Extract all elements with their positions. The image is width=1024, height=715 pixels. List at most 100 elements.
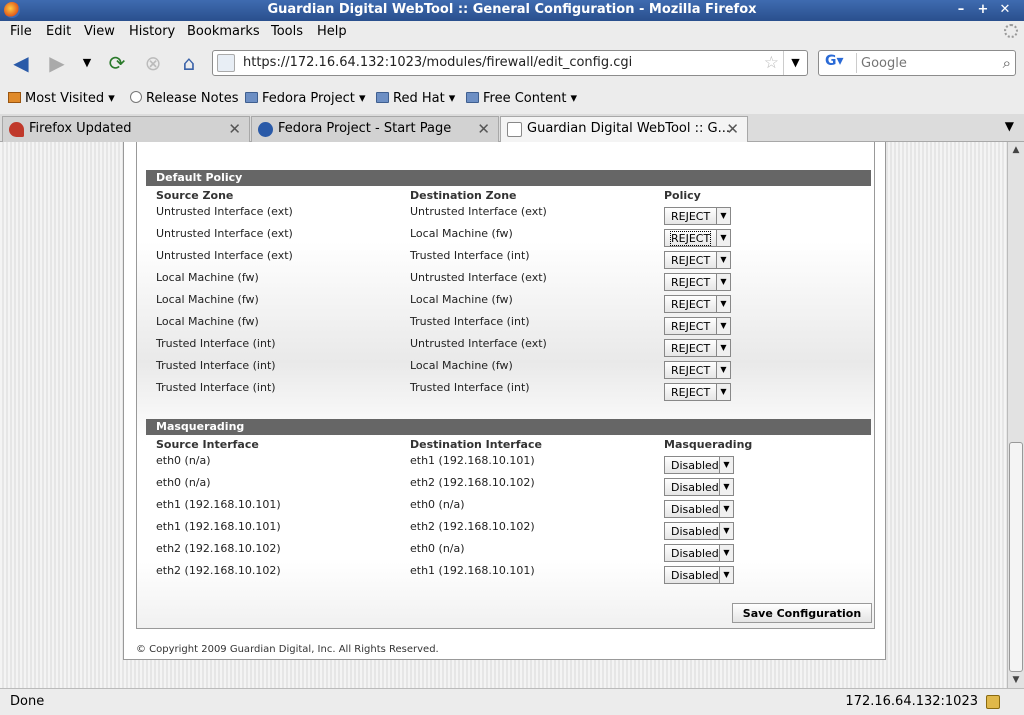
folder-icon xyxy=(245,92,258,103)
chevron-down-icon[interactable]: ▼ xyxy=(716,208,730,224)
bookmark-star-icon[interactable]: ☆ xyxy=(764,53,779,73)
tab-fedora-start[interactable]: Fedora Project - Start Page ✕ xyxy=(251,116,499,142)
chevron-down-icon[interactable]: ▼ xyxy=(719,457,733,473)
select-value: Disabled xyxy=(671,569,719,582)
col-destination-interface: Destination Interface xyxy=(410,438,542,451)
source-cell: Local Machine (fw) xyxy=(156,293,259,306)
destination-cell: eth0 (n/a) xyxy=(410,498,465,511)
close-tab-icon[interactable]: ✕ xyxy=(228,120,241,138)
fedora-icon xyxy=(258,122,273,137)
masquerading-select[interactable]: Disabled ▼ xyxy=(664,500,734,518)
destination-cell: eth2 (192.168.10.102) xyxy=(410,520,535,533)
select-value: REJECT xyxy=(671,254,711,267)
search-engine-icon[interactable]: G▾ xyxy=(821,53,857,73)
chevron-down-icon[interactable]: ▼ xyxy=(719,523,733,539)
history-dropdown-icon[interactable]: ▼ xyxy=(74,51,100,75)
chevron-down-icon[interactable]: ▼ xyxy=(719,567,733,583)
policy-select[interactable]: REJECT ▼ xyxy=(664,207,731,225)
chevron-down-icon[interactable]: ▼ xyxy=(716,230,730,246)
col-destination-zone: Destination Zone xyxy=(410,189,517,202)
policy-select[interactable]: REJECT ▼ xyxy=(664,383,731,401)
stop-icon[interactable]: ⊗ xyxy=(140,51,166,75)
masquerading-select[interactable]: Disabled ▼ xyxy=(664,456,734,474)
navigation-toolbar: ◀ ▶ ▼ ⟳ ⊗ ⌂ https://172.16.64.132:1023/m… xyxy=(0,43,1024,83)
policy-select[interactable]: REJECT ▼ xyxy=(664,317,731,335)
tab-list-dropdown-icon[interactable]: ▼ xyxy=(1005,119,1014,133)
home-icon[interactable]: ⌂ xyxy=(176,51,202,75)
policy-select[interactable]: REJECT ▼ xyxy=(664,295,731,313)
select-value: Disabled xyxy=(671,547,719,560)
bookmark-free-content[interactable]: Free Content ▾ xyxy=(466,91,577,106)
masquerading-select[interactable]: Disabled ▼ xyxy=(664,478,734,496)
bookmark-red-hat[interactable]: Red Hat ▾ xyxy=(376,91,455,106)
masquerading-select[interactable]: Disabled ▼ xyxy=(664,566,734,584)
chevron-down-icon[interactable]: ▼ xyxy=(716,252,730,268)
chevron-down-icon: ▾ xyxy=(104,91,115,106)
chevron-down-icon[interactable]: ▼ xyxy=(716,274,730,290)
select-value: Disabled xyxy=(671,503,719,516)
scroll-up-icon[interactable]: ▲ xyxy=(1008,142,1024,158)
select-value: REJECT xyxy=(671,320,711,333)
source-cell: Trusted Interface (int) xyxy=(156,337,276,350)
forward-icon[interactable]: ▶ xyxy=(44,51,70,75)
bookmark-release-notes[interactable]: Release Notes xyxy=(130,91,238,106)
save-configuration-button[interactable]: Save Configuration xyxy=(732,603,872,623)
source-cell: eth1 (192.168.10.101) xyxy=(156,520,281,533)
bookmark-fedora-project[interactable]: Fedora Project ▾ xyxy=(245,91,366,106)
reload-icon[interactable]: ⟳ xyxy=(104,51,130,75)
tab-firefox-updated[interactable]: Firefox Updated ✕ xyxy=(2,116,250,142)
vertical-scrollbar[interactable]: ▲ ▼ xyxy=(1007,142,1024,688)
destination-cell: Trusted Interface (int) xyxy=(410,381,530,394)
maximize-icon[interactable]: + xyxy=(974,2,992,18)
search-box[interactable]: G▾ ⌕ xyxy=(818,50,1016,76)
site-identity-icon[interactable] xyxy=(217,54,235,72)
policy-select[interactable]: REJECT ▼ xyxy=(664,251,731,269)
minimize-icon[interactable]: – xyxy=(952,2,970,18)
policy-select[interactable]: REJECT ▼ xyxy=(664,273,731,291)
url-dropdown-icon[interactable]: ▼ xyxy=(783,51,807,75)
menu-bookmarks[interactable]: Bookmarks xyxy=(187,24,260,39)
destination-cell: Local Machine (fw) xyxy=(410,227,513,240)
url-bar[interactable]: https://172.16.64.132:1023/modules/firew… xyxy=(212,50,808,76)
close-tab-icon[interactable]: ✕ xyxy=(726,120,739,138)
source-cell: Untrusted Interface (ext) xyxy=(156,205,293,218)
menu-history[interactable]: History xyxy=(129,24,175,39)
close-window-icon[interactable]: ✕ xyxy=(996,2,1014,18)
chevron-down-icon[interactable]: ▼ xyxy=(716,318,730,334)
masquerading-select[interactable]: Disabled ▼ xyxy=(664,522,734,540)
chevron-down-icon[interactable]: ▼ xyxy=(719,501,733,517)
scroll-down-icon[interactable]: ▼ xyxy=(1008,672,1024,688)
destination-cell: eth0 (n/a) xyxy=(410,542,465,555)
menu-tools[interactable]: Tools xyxy=(271,24,303,39)
policy-select[interactable]: REJECT ▼ xyxy=(664,339,731,357)
select-value: REJECT xyxy=(671,364,711,377)
lock-icon[interactable] xyxy=(986,695,1000,709)
menu-edit[interactable]: Edit xyxy=(46,24,71,39)
search-icon[interactable]: ⌕ xyxy=(1003,54,1011,72)
page-icon xyxy=(507,122,522,137)
tab-guardian-webtool[interactable]: Guardian Digital WebTool :: G... ✕ xyxy=(500,116,748,143)
chevron-down-icon[interactable]: ▼ xyxy=(716,296,730,312)
policy-select[interactable]: REJECT ▼ xyxy=(664,361,731,379)
destination-cell: Untrusted Interface (ext) xyxy=(410,205,547,218)
back-icon[interactable]: ◀ xyxy=(8,51,34,75)
policy-select[interactable]: REJECT ▼ xyxy=(664,229,731,247)
destination-cell: eth1 (192.168.10.101) xyxy=(410,454,535,467)
menu-view[interactable]: View xyxy=(84,24,115,39)
bookmark-most-visited[interactable]: Most Visited ▾ xyxy=(8,91,115,106)
close-tab-icon[interactable]: ✕ xyxy=(477,120,490,138)
chevron-down-icon[interactable]: ▼ xyxy=(716,340,730,356)
source-cell: Trusted Interface (int) xyxy=(156,359,276,372)
menu-help[interactable]: Help xyxy=(317,24,347,39)
chevron-down-icon[interactable]: ▼ xyxy=(719,479,733,495)
select-value: REJECT xyxy=(669,231,712,246)
source-cell: Trusted Interface (int) xyxy=(156,381,276,394)
scrollbar-thumb[interactable] xyxy=(1009,442,1023,672)
menu-file[interactable]: File xyxy=(10,24,32,39)
chevron-down-icon[interactable]: ▼ xyxy=(719,545,733,561)
masquerading-select[interactable]: Disabled ▼ xyxy=(664,544,734,562)
search-input[interactable] xyxy=(861,54,991,72)
chevron-down-icon[interactable]: ▼ xyxy=(716,362,730,378)
select-value: Disabled xyxy=(671,459,719,472)
chevron-down-icon[interactable]: ▼ xyxy=(716,384,730,400)
